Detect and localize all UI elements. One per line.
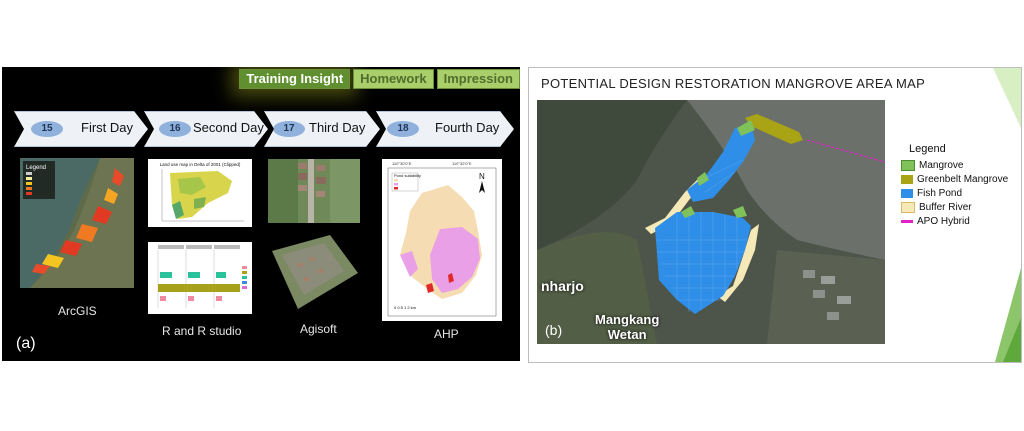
tab-bar: Training Insight Homework Impression: [239, 69, 520, 89]
legend-item-greenbelt: Greenbelt Mangrove: [901, 173, 1008, 186]
legend-label: Buffer River: [919, 202, 972, 213]
legend-swatch: [901, 189, 913, 198]
agisoft-aerial-photo-1: [268, 159, 360, 223]
ahp-coord-right: 110°32'0"E: [452, 161, 472, 166]
ahp-coord-left: 110°30'0"E: [392, 161, 412, 166]
day-number: 15: [31, 121, 63, 137]
mangrove-map: nharjo Mangkang Wetan (b): [537, 100, 885, 344]
tab-training-insight[interactable]: Training Insight: [239, 69, 351, 89]
day-arrow-4: 18 Fourth Day: [376, 111, 514, 147]
legend-label: Fish Pond: [917, 188, 963, 199]
day-number: 18: [387, 121, 419, 137]
caption-r-studio: R and R studio: [162, 324, 242, 338]
legend-item-buffer-river: Buffer River: [901, 201, 1008, 214]
r-landuse-map-thumbnail: Land use map in Delta of 2001 (Clipped): [148, 159, 252, 227]
day-arrow-1: 15 First Day: [14, 111, 148, 147]
panel-b: POTENTIAL DESIGN RESTORATION MANGROVE AR…: [528, 67, 1022, 363]
r-bar-chart-thumbnail: [148, 242, 252, 314]
panel-b-label: (b): [545, 322, 563, 338]
legend-title: Legend: [909, 143, 946, 155]
ahp-scale: 0 0.5 1 2 km: [394, 305, 417, 310]
panel-a: Training Insight Homework Impression 15 …: [2, 67, 520, 361]
day-label: Third Day: [309, 120, 366, 135]
day-arrow-3: 17 Third Day: [264, 111, 380, 147]
tab-impression[interactable]: Impression: [436, 69, 520, 89]
legend-swatch: [901, 220, 913, 223]
place-label-nharjo: nharjo: [541, 278, 584, 294]
legend-swatch: [901, 160, 915, 171]
place-label-mangkang-wetan: Mangkang Wetan: [595, 312, 660, 342]
day-label: Second Day: [193, 120, 264, 135]
caption-agisoft: Agisoft: [300, 322, 337, 336]
panel-a-label: (a): [16, 335, 36, 352]
day-number: 16: [159, 121, 191, 137]
day-number: 17: [273, 121, 305, 137]
day-label: Fourth Day: [435, 120, 500, 135]
ahp-pond-suitability-map: 110°30'0"E 110°32'0"E Pond suitability N…: [382, 159, 502, 321]
caption-ahp: AHP: [434, 327, 459, 341]
legend-item-mangrove: Mangrove: [901, 159, 1008, 172]
arcgis-legend-title: Legend: [26, 165, 46, 171]
day-arrow-2: 16 Second Day: [144, 111, 268, 147]
day-label: First Day: [81, 120, 133, 135]
legend-item-fish-pond: Fish Pond: [901, 187, 1008, 200]
legend-label: Mangrove: [919, 160, 964, 171]
map-legend: Legend Mangrove Greenbelt Mangrove Fish …: [901, 143, 1008, 229]
r-map-title: Land use map in Delta of 2001 (Clipped): [160, 162, 241, 167]
legend-label: Greenbelt Mangrove: [917, 174, 1009, 185]
legend-swatch: [901, 202, 915, 213]
ahp-legend-title: Pond suitability: [394, 173, 421, 178]
north-arrow-icon-shape: [479, 181, 485, 193]
arcgis-map-thumbnail: Legend: [20, 158, 134, 288]
tab-homework[interactable]: Homework: [353, 69, 434, 89]
legend-swatch: [901, 175, 913, 184]
agisoft-orthomosaic: [268, 233, 360, 311]
legend-label: APO Hybrid: [917, 216, 970, 227]
map-title: POTENTIAL DESIGN RESTORATION MANGROVE AR…: [541, 76, 926, 91]
legend-item-apo-hybrid: APO Hybrid: [901, 215, 1008, 228]
north-arrow-icon: N: [479, 172, 485, 181]
caption-arcgis: ArcGIS: [58, 304, 97, 318]
